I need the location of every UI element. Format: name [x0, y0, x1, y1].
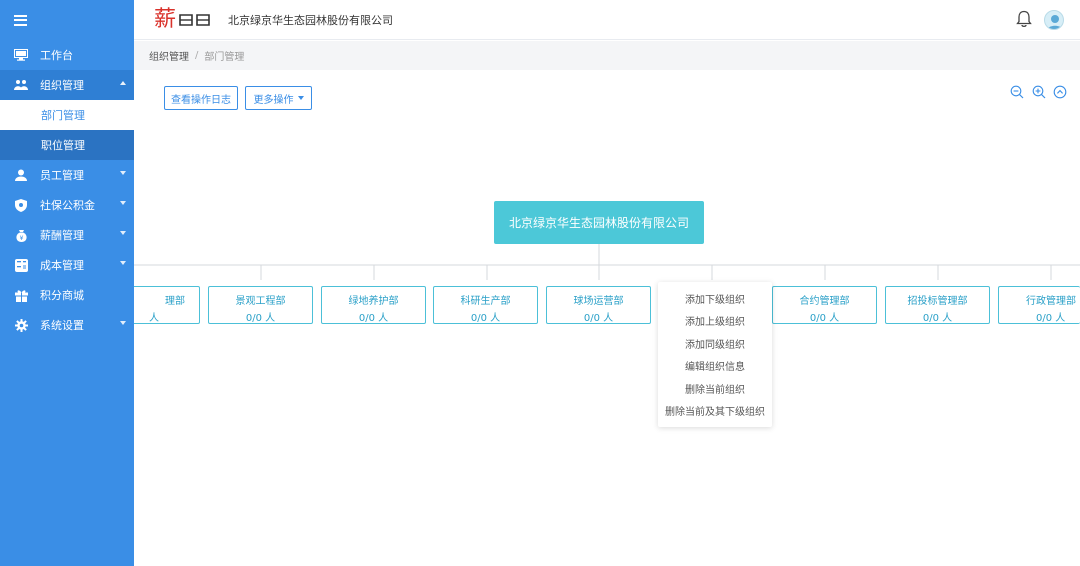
sidebar-item-label: 成本管理: [40, 259, 84, 272]
sidebar-item-social-security[interactable]: 社保公积金: [0, 190, 134, 220]
sidebar-item-label: 系统设置: [40, 319, 84, 332]
menu-add-child-org[interactable]: 添加下级组织: [658, 287, 772, 310]
chevron-down-icon: [120, 171, 126, 175]
app-logo[interactable]: 薪: [154, 6, 212, 32]
menu-delete-org-and-children[interactable]: 删除当前及其下级组织: [658, 400, 772, 423]
logo-mark-icon: [179, 13, 210, 26]
sidebar-item-employee[interactable]: 员工管理: [0, 160, 134, 190]
chevron-down-icon: [120, 261, 126, 265]
sidebar-subitem-position[interactable]: 职位管理: [0, 130, 134, 160]
sidebar-item-label: 社保公积金: [40, 199, 95, 212]
dept-name: 球场运营部: [573, 296, 624, 307]
menu-delete-org[interactable]: 删除当前组织: [658, 377, 772, 400]
menu-toggle-icon[interactable]: [14, 14, 27, 26]
sidebar-item-org[interactable]: 组织管理: [0, 70, 134, 100]
sidebar-item-label: 积分商城: [40, 289, 84, 302]
dept-name: 招投标管理部: [907, 296, 968, 307]
org-context-menu: 添加下级组织 添加上级组织 添加同级组织 编辑组织信息 删除当前组织 删除当前及…: [658, 282, 772, 427]
dept-node[interactable]: 绿地养护部 0/0 人: [321, 286, 426, 324]
top-header: 薪 北京绿京华生态园林股份有限公司: [134, 0, 1080, 40]
logo-text: 薪: [154, 6, 177, 32]
dept-count: 0/0 人: [583, 313, 614, 324]
dept-node[interactable]: 球场运营部 0/0 人: [546, 286, 651, 324]
group-icon: [14, 78, 28, 92]
shield-icon: [14, 198, 28, 212]
menu-add-parent-org[interactable]: 添加上级组织: [658, 310, 772, 333]
dept-node[interactable]: 合约管理部 0/0 人: [772, 286, 877, 324]
calculator-icon: [14, 258, 28, 272]
monitor-icon: [14, 48, 28, 62]
chevron-down-icon: [120, 201, 126, 205]
dept-count: 0/0 人: [245, 313, 276, 324]
breadcrumb-level1[interactable]: 组织管理: [149, 48, 189, 63]
menu-edit-org[interactable]: 编辑组织信息: [658, 355, 772, 378]
sidebar: 工作台 组织管理 部门管理 职位管理 员工管理 社保公积金 ¥ 薪酬管理 成本管…: [0, 0, 134, 566]
org-root-label: 北京绿京华生态园林股份有限公司: [508, 216, 689, 230]
company-name: 北京绿京华生态园林股份有限公司: [228, 13, 394, 27]
sidebar-subitem-label: 职位管理: [41, 139, 85, 152]
dept-count: 人: [149, 313, 159, 324]
breadcrumb: 组织管理 / 部门管理: [134, 41, 1080, 70]
sidebar-item-points-mall[interactable]: 积分商城: [0, 280, 134, 310]
sidebar-item-salary[interactable]: ¥ 薪酬管理: [0, 220, 134, 250]
dept-name: 合约管理部: [799, 296, 850, 307]
user-icon: [14, 168, 28, 182]
svg-text:¥: ¥: [19, 235, 23, 242]
dept-count: 0/0 人: [358, 313, 389, 324]
chevron-down-icon: [120, 321, 126, 325]
sidebar-item-cost[interactable]: 成本管理: [0, 250, 134, 280]
sidebar-subitem-label: 部门管理: [41, 109, 85, 122]
dept-name: 行政管理部: [1026, 296, 1076, 307]
sidebar-item-label: 工作台: [40, 49, 73, 62]
dept-node[interactable]: 行政管理部 0/0 人: [998, 286, 1080, 324]
bell-icon[interactable]: [1016, 10, 1032, 31]
menu-add-sibling-org[interactable]: 添加同级组织: [658, 332, 772, 355]
sidebar-subitem-department[interactable]: 部门管理: [0, 100, 134, 130]
breadcrumb-level2: 部门管理: [204, 52, 245, 63]
dept-name: 景观工程部: [235, 296, 286, 307]
dept-node[interactable]: 理部 人: [134, 286, 200, 324]
sidebar-item-label: 员工管理: [40, 169, 84, 182]
dept-name: 理部: [165, 296, 185, 307]
sidebar-header: [0, 0, 134, 40]
dept-count: 0/0 人: [1036, 313, 1066, 324]
gear-icon: [14, 318, 28, 332]
dept-count: 0/0 人: [922, 313, 953, 324]
sidebar-item-label: 组织管理: [40, 79, 84, 92]
dept-node[interactable]: 招投标管理部 0/0 人: [885, 286, 990, 324]
gift-icon: [14, 288, 28, 302]
org-root-node[interactable]: 北京绿京华生态园林股份有限公司: [494, 201, 704, 244]
sidebar-item-label: 薪酬管理: [40, 229, 84, 242]
dept-count: 0/0 人: [809, 313, 840, 324]
dept-node[interactable]: 景观工程部 0/0 人: [208, 286, 313, 324]
chevron-down-icon: [120, 231, 126, 235]
main-content: 查看操作日志 更多操作 北京绿京华生态园林股份有限公司 理部 人 景观工程部 0…: [134, 70, 1080, 566]
money-bag-icon: ¥: [14, 228, 28, 242]
sidebar-item-workbench[interactable]: 工作台: [0, 40, 134, 70]
dept-node[interactable]: 科研生产部 0/0 人: [433, 286, 538, 324]
dept-count: 0/0 人: [470, 313, 501, 324]
dept-name: 绿地养护部: [348, 296, 399, 307]
chevron-up-icon: [120, 81, 126, 85]
sidebar-item-settings[interactable]: 系统设置: [0, 310, 134, 340]
dept-name: 科研生产部: [460, 296, 511, 307]
breadcrumb-separator: /: [195, 50, 199, 61]
avatar[interactable]: [1044, 10, 1064, 30]
